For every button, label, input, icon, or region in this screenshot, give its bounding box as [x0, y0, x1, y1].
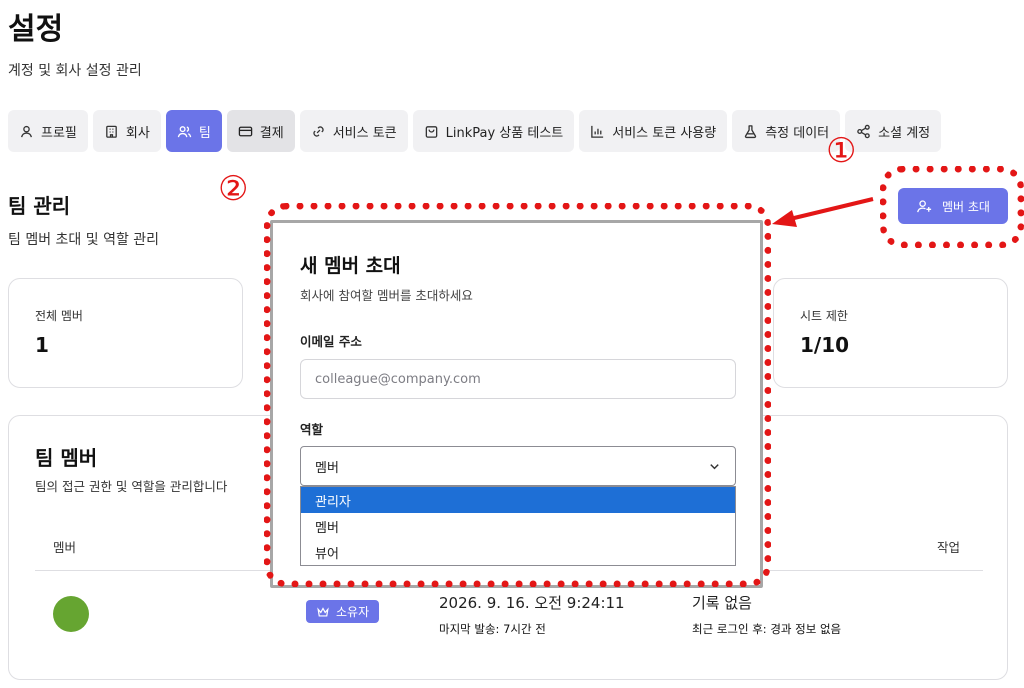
tab-linkpay-test[interactable]: LinkPay 상품 테스트	[412, 110, 575, 152]
tab-label: LinkPay 상품 테스트	[445, 125, 564, 141]
tab-service-token[interactable]: 서비스 토큰	[299, 110, 408, 152]
page-title: 설정	[8, 12, 64, 47]
stat-label: 시트 제한	[800, 309, 848, 323]
stat-label: 전체 멤버	[35, 309, 83, 323]
tab-label: 프로필	[41, 125, 77, 141]
tab-label: 결제	[259, 125, 284, 141]
annotation-step-1: ①	[826, 131, 857, 171]
credit-card-icon	[238, 126, 253, 136]
avatar	[53, 596, 89, 632]
tab-company[interactable]: 회사	[92, 110, 161, 152]
bar-chart-icon	[591, 125, 604, 138]
members-subtitle: 팀의 접근 권한 및 역할을 관리합니다	[35, 479, 228, 494]
crown-icon	[317, 606, 329, 617]
column-header-member: 멤버	[53, 540, 77, 555]
tab-measurement-data[interactable]: 측정 데이터	[732, 110, 841, 152]
stat-card-seat-limit: 시트 제한 1/10	[773, 278, 1008, 388]
tab-label: 팀	[198, 125, 211, 141]
tab-social-accounts[interactable]: 소셜 계정	[845, 110, 942, 152]
tab-label: 서비스 토큰 사용량	[612, 125, 717, 141]
annotation-step-2: ②	[218, 169, 249, 209]
invite-sent-date: 2026. 9. 16. 오전 9:24:11	[439, 594, 625, 612]
tab-billing[interactable]: 결제	[226, 110, 295, 152]
settings-tabs: 프로필 회사 팀 결제 서비스 토큰 LinkPay 상품 테스트 서비스 토큰…	[8, 110, 942, 152]
tab-label: 회사	[125, 125, 150, 141]
stat-card-total-members: 전체 멤버 1	[8, 278, 243, 388]
section-title: 팀 관리	[8, 194, 71, 218]
users-icon	[177, 125, 192, 137]
annotation-highlight-dialog	[264, 203, 771, 587]
link-icon	[313, 125, 324, 137]
section-subtitle: 팀 멤버 초대 및 역할 관리	[8, 232, 160, 248]
tab-label: 측정 데이터	[765, 125, 830, 141]
tab-label: 서비스 토큰	[332, 125, 397, 141]
building-icon	[106, 125, 117, 138]
page-subtitle: 계정 및 회사 설정 관리	[8, 63, 142, 79]
tab-label: 소셜 계정	[878, 125, 931, 141]
role-badge-owner: 소유자	[306, 600, 380, 623]
tab-token-usage[interactable]: 서비스 토큰 사용량	[579, 110, 728, 152]
stat-value: 1/10	[800, 333, 850, 357]
user-icon	[20, 125, 33, 137]
last-login-text: 기록 없음	[692, 594, 752, 612]
last-sent-text: 마지막 발송: 7시간 전	[439, 622, 546, 636]
flask-icon	[745, 124, 757, 138]
tab-profile[interactable]: 프로필	[8, 110, 88, 152]
column-header-action: 작업	[937, 540, 961, 555]
role-label: 소유자	[336, 605, 370, 619]
tab-team[interactable]: 팀	[165, 110, 222, 152]
members-title: 팀 멤버	[35, 446, 98, 470]
annotation-highlight-invite-button	[880, 166, 1024, 248]
last-login-sub: 최근 로그인 후: 경과 정보 없음	[692, 622, 842, 636]
stat-value: 1	[35, 333, 49, 357]
share-icon	[857, 124, 870, 138]
shopping-bag-icon	[425, 125, 437, 138]
